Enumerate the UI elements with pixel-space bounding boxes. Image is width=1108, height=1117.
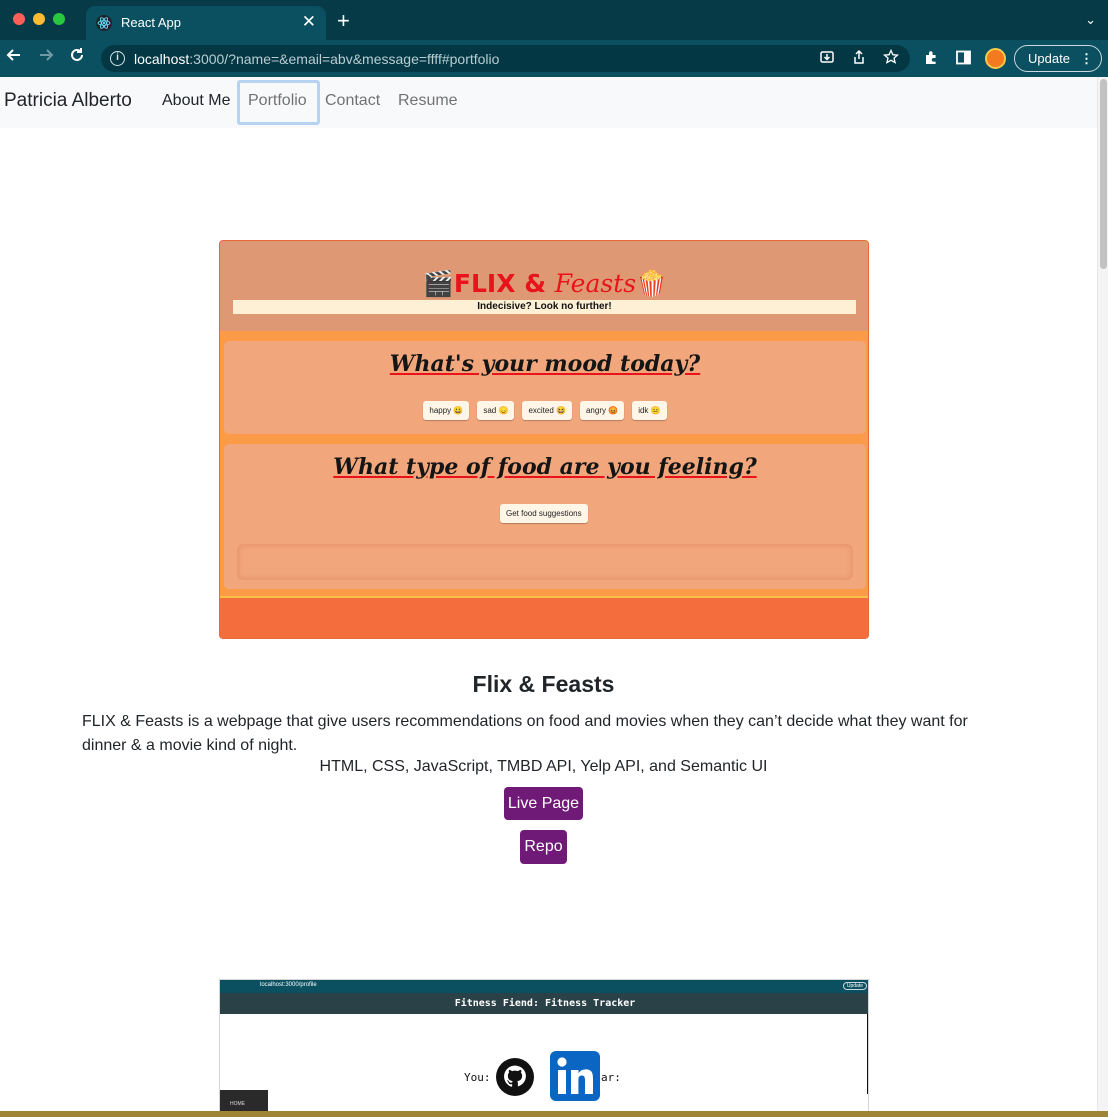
linkedin-icon[interactable] bbox=[550, 1051, 600, 1101]
tab-search-icon[interactable]: ⌄ bbox=[1085, 12, 1096, 28]
preview-mood-question: What's your mood today? bbox=[389, 351, 701, 377]
preview-browser-chrome: localhost:3000/profile Update bbox=[220, 980, 868, 993]
project-tech-stack: HTML, CSS, JavaScript, TMBD API, Yelp AP… bbox=[319, 758, 768, 775]
close-tab-icon[interactable]: ✕ bbox=[302, 12, 316, 32]
url-path: :3000/?name=&email=abv&message=ffff#port… bbox=[189, 51, 500, 67]
kebab-icon[interactable]: ⋮ bbox=[1080, 46, 1093, 71]
site-navbar: Patricia Alberto About Me Portfolio Cont… bbox=[0, 77, 1097, 128]
preview-url: localhost:3000/profile bbox=[260, 982, 317, 988]
preview-mood-card: What's your mood today? happy 😀 sad 😞 ex… bbox=[224, 341, 866, 434]
preview-food-results bbox=[237, 544, 853, 580]
url-host: localhost bbox=[134, 51, 190, 67]
preview-label-b: ar: bbox=[601, 1071, 621, 1084]
profile-icon[interactable] bbox=[985, 48, 1006, 69]
preview-food-card: What type of food are you feeling? Get f… bbox=[224, 444, 866, 589]
browser-toolbar: i localhost:3000/?name=&email=abv&messag… bbox=[0, 40, 1108, 77]
page-viewport: Patricia Alberto About Me Portfolio Cont… bbox=[0, 77, 1108, 1117]
back-arrow-icon[interactable] bbox=[5, 46, 23, 70]
preview-app-header: Fitness Fiend: Fitness Tracker bbox=[220, 993, 868, 1014]
project-title: Flix & Feasts bbox=[472, 671, 615, 697]
preview-mood-excited: excited 😆 bbox=[522, 401, 572, 420]
forward-arrow-icon[interactable] bbox=[37, 46, 55, 70]
nav-link-contact[interactable]: Contact bbox=[325, 92, 380, 110]
close-window-button[interactable] bbox=[13, 13, 25, 25]
browser-tab[interactable]: React App ✕ bbox=[86, 6, 326, 40]
preview-food-question: What type of food are you feeling? bbox=[333, 454, 757, 480]
site-brand[interactable]: Patricia Alberto bbox=[4, 90, 132, 112]
reload-icon[interactable] bbox=[68, 46, 86, 70]
maximize-window-button[interactable] bbox=[53, 13, 65, 25]
url-text: localhost:3000/?name=&email=abv&message=… bbox=[134, 51, 499, 67]
preview-title-b: Feasts bbox=[554, 269, 637, 298]
popcorn-icon: 🍿 bbox=[636, 269, 668, 298]
preview-mood-angry: angry 😡 bbox=[579, 401, 625, 420]
preview-divider bbox=[867, 1014, 868, 1094]
preview-header: 🎬FLIX & Feasts🍿 Indecisive? Look no furt… bbox=[220, 241, 868, 331]
puzzle-icon[interactable] bbox=[923, 49, 940, 71]
tab-title: React App bbox=[121, 15, 181, 30]
update-button[interactable]: Update ⋮ bbox=[1014, 45, 1102, 72]
update-label: Update bbox=[1028, 51, 1070, 66]
preview-mood-sad: sad 😞 bbox=[477, 401, 515, 420]
preview-sidebar-label: HOME bbox=[230, 1101, 245, 1107]
address-bar[interactable]: i localhost:3000/?name=&email=abv&messag… bbox=[101, 45, 910, 72]
install-icon[interactable] bbox=[819, 49, 835, 70]
preview-subtitle: Indecisive? Look no further! bbox=[233, 300, 856, 314]
fitness-fiend-screenshot: localhost:3000/profile Update Fitness Fi… bbox=[219, 979, 869, 1117]
preview-app-title: Fitness Fiend: Fitness Tracker bbox=[454, 998, 636, 1009]
repo-button[interactable]: Repo bbox=[520, 830, 567, 864]
live-page-button[interactable]: Live Page bbox=[504, 787, 583, 820]
browser-tab-strip: React App ✕ + ⌄ bbox=[0, 0, 1108, 40]
preview-title-a: FLIX & bbox=[453, 269, 555, 298]
star-icon[interactable] bbox=[882, 48, 900, 70]
new-tab-icon[interactable]: + bbox=[337, 9, 350, 33]
github-icon[interactable] bbox=[496, 1058, 534, 1096]
share-icon[interactable] bbox=[851, 49, 867, 70]
preview-mood-happy: happy 😀 bbox=[423, 401, 470, 420]
nav-link-about-me[interactable]: About Me bbox=[162, 92, 230, 110]
info-icon[interactable]: i bbox=[110, 51, 125, 66]
flix-feasts-screenshot: 🎬FLIX & Feasts🍿 Indecisive? Look no furt… bbox=[219, 240, 869, 639]
preview-update-button: Update bbox=[842, 982, 867, 990]
page-scrollbar[interactable] bbox=[1097, 77, 1108, 1117]
preview-label-a: You: bbox=[464, 1071, 491, 1084]
minimize-window-button[interactable] bbox=[33, 13, 45, 25]
preview-mood-buttons: happy 😀 sad 😞 excited 😆 angry 😡 idk 😐 bbox=[224, 401, 866, 420]
preview-food-button: Get food suggestions bbox=[500, 504, 588, 523]
preview-footer bbox=[220, 596, 868, 638]
nav-link-portfolio[interactable]: Portfolio bbox=[237, 80, 320, 125]
preview-mood-idk: idk 😐 bbox=[632, 401, 667, 420]
nav-link-resume[interactable]: Resume bbox=[398, 92, 458, 110]
project-description: FLIX & Feasts is a webpage that give use… bbox=[82, 713, 968, 754]
clapperboard-icon: 🎬 bbox=[422, 269, 454, 298]
window-bottom-edge bbox=[0, 1111, 1108, 1117]
react-icon bbox=[96, 15, 112, 31]
scrollbar-thumb[interactable] bbox=[1100, 79, 1107, 269]
side-panel-icon[interactable] bbox=[955, 49, 972, 71]
preview-title: 🎬FLIX & Feasts🍿 bbox=[220, 269, 868, 299]
